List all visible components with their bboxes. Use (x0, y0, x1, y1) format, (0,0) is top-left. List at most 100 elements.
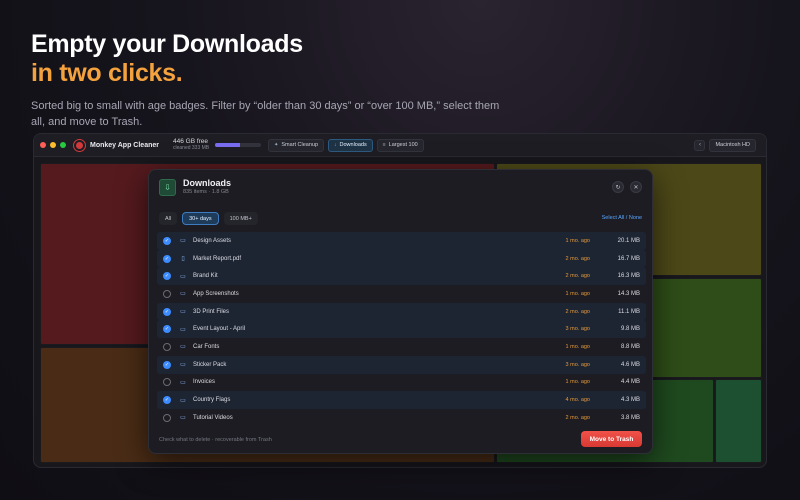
file-name: Event Layout - April (193, 326, 246, 333)
age-badge: 4 mo. ago (565, 397, 590, 404)
list-item[interactable]: ✓ ▭ Design Assets 1 mo. ago 20.1 MB (157, 232, 646, 250)
titlebar-right: ‹ Macintosh HD (694, 138, 760, 152)
list-item[interactable]: ▭ App Screenshots 1 mo. ago 14.3 MB (157, 285, 646, 303)
treemap-tile[interactable] (715, 379, 762, 463)
list-icon: ≡ (382, 142, 386, 148)
hero-title: Empty your Downloads (31, 30, 303, 58)
checkbox[interactable]: ✓ (163, 236, 171, 245)
sparkle-icon: ✦ (274, 142, 279, 148)
filter-30-days[interactable]: 30+ days (182, 212, 219, 225)
folder-icon: ▭ (180, 326, 186, 333)
smart-cleanup-button[interactable]: ✦ Smart Cleanup (268, 138, 325, 152)
checkbox[interactable]: ✓ (163, 272, 171, 281)
file-list: ✓ ▭ Design Assets 1 mo. ago 20.1 MB ✓ ▯ Market … (157, 232, 646, 427)
age-badge: 2 mo. ago (565, 308, 590, 315)
checkbox[interactable] (163, 289, 171, 298)
age-badge: 3 mo. ago (565, 326, 590, 333)
file-name: App Screenshots (193, 290, 239, 297)
folder-icon: ▭ (180, 238, 186, 245)
list-item[interactable]: ✓ ▭ Sticker Pack 3 mo. ago 4.6 MB (157, 355, 646, 374)
downloads-label: Downloads (339, 142, 367, 148)
select-all-link[interactable]: Select All / None (602, 215, 642, 221)
file-size: 11.1 MB (618, 308, 640, 315)
list-item[interactable]: ✓ ▭ Brand Kit 2 mo. ago 16.3 MB (157, 267, 646, 286)
age-badge: 2 mo. ago (565, 414, 590, 421)
disk-free: 446 GB free (172, 138, 209, 145)
zoom-window-button[interactable] (60, 142, 66, 148)
dialog-actions: ↻ ✕ (612, 181, 642, 193)
checkbox[interactable] (163, 342, 171, 351)
folder-icon: ▭ (180, 273, 186, 280)
checkbox[interactable]: ✓ (163, 307, 171, 316)
list-item[interactable]: ▭ Car Fonts 1 mo. ago 8.8 MB (157, 338, 646, 356)
file-name: Invoices (193, 379, 216, 386)
chevron-left-icon: ‹ (698, 142, 701, 148)
age-badge: 2 mo. ago (565, 273, 590, 280)
checkbox[interactable] (163, 378, 171, 387)
minimize-window-button[interactable] (50, 142, 56, 148)
dialog-meta: 835 items · 1.8 GB (183, 189, 229, 195)
close-window-button[interactable] (40, 142, 46, 148)
folder-icon: ▭ (180, 344, 186, 351)
file-size: 3.8 MB (620, 414, 640, 421)
file-name: Sticker Pack (193, 361, 227, 368)
list-item[interactable]: ✓ ▭ Event Layout - April 3 mo. ago 9.8 MB (157, 320, 646, 339)
dialog-header: ⇩ Downloads 835 items · 1.8 GB (159, 178, 231, 197)
dialog-title: Downloads (183, 178, 232, 188)
volume-selector[interactable]: Macintosh HD (709, 138, 756, 152)
folder-icon: ▭ (180, 379, 186, 386)
age-badge: 1 mo. ago (565, 343, 590, 350)
refresh-button[interactable]: ↻ (612, 181, 624, 193)
download-icon: ↓ (334, 142, 337, 148)
age-badge: 1 mo. ago (565, 290, 590, 297)
checkbox[interactable]: ✓ (163, 254, 171, 263)
volume-label: Macintosh HD (715, 142, 750, 148)
file-size: 16.7 MB (617, 255, 640, 262)
cleaned-amount: cleaned 333 MB (172, 145, 210, 151)
list-item[interactable]: ▭ Invoices 1 mo. ago 4.4 MB (157, 374, 646, 392)
folder-icon: ▭ (180, 291, 186, 298)
age-badge: 1 mo. ago (565, 379, 590, 386)
close-dialog-button[interactable]: ✕ (630, 181, 642, 193)
move-to-trash-button[interactable]: Move to Trash (581, 431, 642, 447)
download-icon: ⇩ (159, 179, 176, 196)
document-icon: ▯ (181, 256, 185, 263)
file-size: 4.3 MB (620, 397, 640, 404)
folder-icon: ▭ (180, 362, 186, 369)
titlebar: Monkey App Cleaner 446 GB free cleaned 3… (34, 134, 766, 157)
folder-icon: ▭ (180, 309, 186, 316)
file-name: Country Flags (193, 397, 231, 404)
file-size: 4.6 MB (620, 361, 640, 368)
largest-100-button[interactable]: ≡ Largest 100 (376, 138, 424, 152)
checkbox[interactable]: ✓ (163, 325, 171, 334)
file-size: 8.8 MB (620, 343, 640, 350)
list-item[interactable]: ✓ ▭ Country Flags 4 mo. ago 4.3 MB (157, 391, 646, 409)
hero-subtitle: Sorted big to small with age badges. Fil… (31, 100, 500, 128)
file-name: 3D Print Files (193, 308, 230, 315)
age-badge: 2 mo. ago (565, 255, 590, 262)
folder-icon: ▭ (180, 397, 186, 404)
filter-100-mb[interactable]: 100 MB+ (223, 212, 258, 225)
refresh-icon: ↻ (615, 184, 621, 191)
back-button[interactable]: ‹ (694, 139, 706, 151)
list-item[interactable]: ✓ ▭ 3D Print Files 2 mo. ago 11.1 MB (157, 302, 646, 321)
disk-usage-bar (215, 143, 262, 147)
downloads-dialog: ⇩ Downloads 835 items · 1.8 GB ↻ ✕ All 3… (148, 169, 653, 454)
app-logo-icon (74, 139, 85, 151)
file-name: Car Fonts (193, 343, 220, 350)
file-size: 20.1 MB (617, 237, 640, 244)
checkbox[interactable]: ✓ (163, 396, 171, 405)
filter-all[interactable]: All (159, 212, 178, 225)
checkbox[interactable]: ✓ (163, 360, 171, 369)
file-size: 9.8 MB (620, 326, 640, 333)
close-icon: ✕ (633, 184, 639, 191)
age-badge: 3 mo. ago (565, 361, 590, 368)
downloads-button[interactable]: ↓ Downloads (328, 138, 373, 152)
list-item[interactable]: ▭ Tutorial Videos 2 mo. ago 3.8 MB (157, 409, 646, 427)
file-name: Tutorial Videos (193, 414, 233, 421)
list-item[interactable]: ✓ ▯ Market Report.pdf 2 mo. ago 16.7 MB (157, 249, 646, 268)
window-controls (40, 142, 66, 148)
disk-status: 446 GB free cleaned 333 MB (173, 138, 209, 152)
checkbox[interactable] (163, 413, 171, 422)
footer-hint: Check what to delete · recoverable from … (159, 437, 272, 443)
